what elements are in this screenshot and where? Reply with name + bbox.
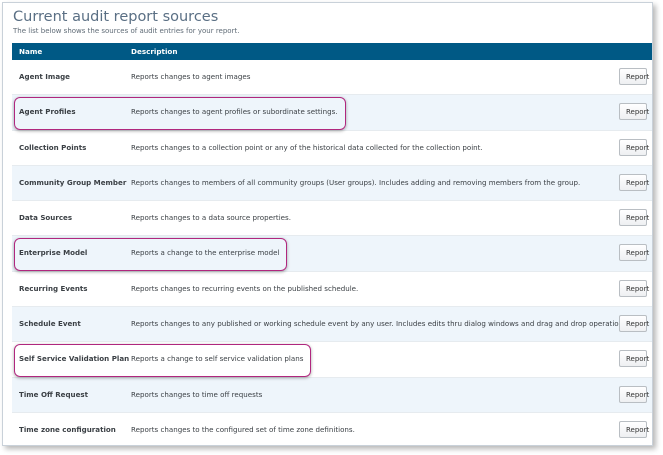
table-row: Schedule Event Reports changes to any pub… [12, 307, 652, 343]
table-row: Recurring Events Reports changes to recur… [12, 272, 652, 308]
table-row: Community Group Member Reports changes to… [12, 165, 652, 202]
report-button[interactable]: Report [619, 420, 649, 438]
source-description: Reports changes to a data source propert… [131, 213, 292, 223]
audit-sources-panel: Current audit report sources The list be… [2, 2, 653, 446]
table-row: Self Service Validation Plan Reports a ch… [12, 342, 652, 378]
table-row: Data Sources Reports changes to a data so… [12, 201, 652, 237]
report-button[interactable]: Report [619, 173, 649, 191]
page-title: Current audit report sources [13, 9, 219, 25]
source-name: Collection Points [19, 142, 87, 152]
source-name: Schedule Event [19, 319, 81, 329]
source-name: Agent Image [19, 72, 70, 81]
source-name: Time Off Request [19, 389, 89, 399]
table-row: Agent Profiles Reports changes to agent p… [12, 95, 652, 131]
table-row: Time zone configuration Reports changes t… [12, 413, 652, 445]
page-subtitle: The list below shows the sources of audi… [13, 27, 240, 35]
report-button[interactable]: Report [619, 279, 649, 297]
source-name: Agent Profiles [19, 107, 76, 117]
source-name: Time zone configuration [19, 424, 116, 434]
source-description: Reports changes to agent profiles or sub… [131, 107, 338, 117]
source-name: Data Sources [19, 213, 73, 223]
report-button[interactable]: Report [619, 350, 649, 368]
table-row: Time Off Request Reports changes to time … [12, 377, 652, 413]
source-description: Reports changes to recurring events on t… [131, 283, 359, 293]
report-button[interactable]: Report [619, 315, 649, 333]
report-button[interactable]: Report [619, 138, 649, 156]
source-description: Reports changes to time off requests [131, 389, 263, 399]
source-name: Recurring Events [19, 283, 88, 293]
table-body: Agent Image Reports changes to agent imag… [12, 60, 652, 445]
report-button[interactable]: Report [619, 385, 649, 403]
table-row: Collection Points Reports changes to a co… [12, 131, 652, 166]
audit-sources-table: Name Description Agent Image Reports chan… [12, 43, 652, 445]
source-description: Reports a change to the enterprise model [131, 248, 280, 258]
table-row: Agent Image Reports changes to agent imag… [12, 60, 652, 96]
source-description: Reports changes to a collection point or… [131, 142, 483, 152]
source-description: Reports changes to the configured set of… [131, 424, 355, 434]
source-name: Self Service Validation Plan [19, 354, 130, 364]
report-button[interactable]: Report [619, 209, 649, 227]
report-button[interactable]: Report [619, 68, 649, 85]
table-row: Enterprise Model Reports a change to the … [12, 236, 652, 272]
source-description: Reports changes to any published or work… [131, 319, 630, 329]
source-name: Enterprise Model [19, 248, 88, 258]
source-name: Community Group Member [19, 177, 127, 187]
column-header-description: Description [131, 47, 178, 56]
source-description: Reports a change to self service validat… [131, 354, 304, 364]
source-description: Reports changes to members of all commun… [131, 177, 581, 187]
column-header-name: Name [19, 47, 43, 56]
table-header: Name Description [12, 43, 652, 60]
report-button[interactable]: Report [619, 244, 649, 262]
source-description: Reports changes to agent images [131, 72, 251, 81]
report-button[interactable]: Report [619, 103, 649, 121]
